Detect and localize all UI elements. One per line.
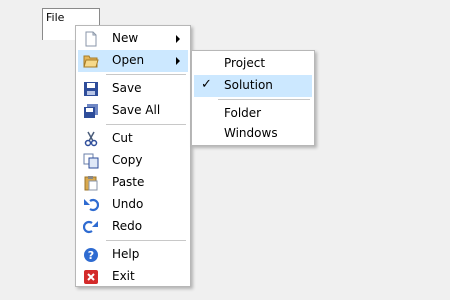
menu-item-open[interactable]: Open [78, 50, 188, 72]
scissors-icon [84, 131, 98, 147]
save-disk-icon [84, 82, 98, 96]
file-dropdown-menu: New Open Save Save All Cut Copy Paste Un… [75, 25, 191, 287]
menu-item-save-label: Save [112, 81, 142, 95]
menu-item-save-all-label: Save All [112, 103, 161, 117]
menu-item-undo-label: Undo [112, 197, 144, 211]
paste-clipboard-icon [84, 176, 98, 191]
submenu-arrow-icon [176, 35, 180, 43]
menu-item-help-label: Help [112, 247, 140, 261]
menu-item-redo[interactable]: Redo [78, 216, 188, 238]
submenu-item-windows[interactable]: Windows [194, 123, 312, 145]
new-document-icon [85, 31, 97, 47]
menu-item-open-label: Open [112, 53, 145, 67]
redo-icon [83, 220, 98, 234]
menu-item-exit[interactable]: Exit [78, 266, 188, 288]
submenu-item-folder[interactable]: Folder [194, 103, 312, 125]
menu-separator [218, 99, 310, 100]
menu-item-save[interactable]: Save [78, 78, 188, 100]
submenu-arrow-icon [176, 57, 180, 65]
open-folder-icon [83, 55, 99, 68]
menu-item-new[interactable]: New [78, 28, 188, 50]
menu-item-save-all[interactable]: Save All [78, 100, 188, 122]
copy-icon [83, 153, 99, 169]
menu-item-paste-label: Paste [112, 175, 145, 189]
undo-icon [84, 198, 99, 212]
svg-text:?: ? [88, 249, 94, 262]
menu-item-copy-label: Copy [112, 153, 143, 167]
checkmark-icon: ✓ [201, 77, 212, 92]
menu-item-redo-label: Redo [112, 219, 143, 233]
file-menu-label: File [46, 11, 65, 24]
menu-separator [106, 74, 186, 75]
menu-item-cut[interactable]: Cut [78, 128, 188, 150]
menu-item-undo[interactable]: Undo [78, 194, 188, 216]
menu-item-paste[interactable]: Paste [78, 172, 188, 194]
submenu-item-solution[interactable]: ✓ Solution [194, 75, 312, 97]
help-icon: ? [84, 248, 98, 262]
menu-item-new-label: New [112, 31, 139, 45]
menu-item-cut-label: Cut [112, 131, 133, 145]
submenu-item-project[interactable]: Project [194, 53, 312, 75]
submenu-item-project-label: Project [224, 56, 266, 70]
menu-separator [106, 240, 186, 241]
menu-item-help[interactable]: ? Help [78, 244, 188, 266]
menu-separator [106, 124, 186, 125]
submenu-item-folder-label: Folder [224, 106, 262, 120]
open-submenu: Project ✓ Solution Folder Windows [191, 50, 315, 146]
submenu-item-windows-label: Windows [224, 126, 278, 140]
submenu-item-solution-label: Solution [224, 78, 273, 92]
exit-close-icon [84, 270, 98, 284]
menu-item-copy[interactable]: Copy [78, 150, 188, 172]
menu-item-exit-label: Exit [112, 269, 135, 283]
save-all-icon [84, 104, 98, 118]
